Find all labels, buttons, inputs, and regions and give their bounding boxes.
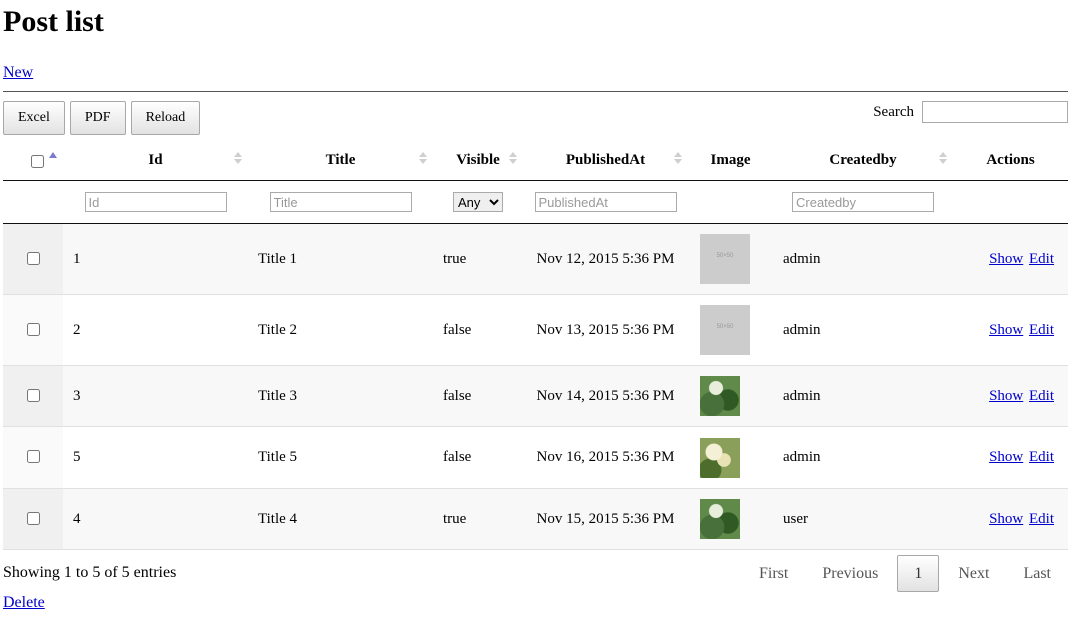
row-visible: false: [433, 294, 523, 366]
pagination-next[interactable]: Next: [941, 565, 1006, 583]
show-link[interactable]: Show: [989, 388, 1023, 404]
row-published-at: Nov 15, 2015 5:36 PM: [523, 488, 688, 550]
table-info: Showing 1 to 5 of 5 entries: [3, 564, 177, 581]
show-link[interactable]: Show: [989, 322, 1023, 338]
post-image-placeholder: [700, 234, 750, 284]
search-input[interactable]: [922, 101, 1068, 123]
row-visible: true: [433, 223, 523, 295]
column-actions-label: Actions: [986, 151, 1035, 168]
column-image-label: Image: [710, 151, 751, 168]
row-published-at: Nov 13, 2015 5:36 PM: [523, 294, 688, 366]
row-checkbox[interactable]: [27, 450, 40, 463]
divider: [3, 91, 1068, 92]
page-title: Post list: [3, 5, 104, 38]
row-title: Title 1: [248, 223, 433, 295]
sort-asc-icon[interactable]: [49, 152, 57, 158]
row-created-by: user: [773, 488, 953, 550]
column-id-label: Id: [148, 151, 163, 168]
search-label: Search: [873, 103, 914, 120]
column-header-createdby[interactable]: Createdby: [773, 140, 953, 181]
row-title: Title 2: [248, 294, 433, 366]
title-filter-input[interactable]: [269, 192, 412, 212]
row-id: 4: [63, 488, 248, 550]
row-created-by: admin: [773, 426, 953, 489]
row-title: Title 3: [248, 365, 433, 427]
createdby-filter-input[interactable]: [792, 192, 934, 212]
row-visible: false: [433, 426, 523, 489]
table-row: 4 Title 4 true Nov 15, 2015 5:36 PM user…: [3, 488, 1068, 550]
pagination-last[interactable]: Last: [1006, 565, 1068, 583]
column-visible-label: Visible: [456, 151, 500, 168]
sort-icon[interactable]: [509, 152, 517, 168]
publishedat-filter-input[interactable]: [534, 192, 677, 212]
column-header-image: Image: [688, 140, 773, 181]
delete-link[interactable]: Delete: [3, 594, 45, 612]
excel-button[interactable]: Excel: [3, 101, 65, 135]
header-row: Id Title Visible PublishedAt Image Creat…: [3, 140, 1068, 181]
row-created-by: admin: [773, 223, 953, 295]
row-checkbox[interactable]: [27, 511, 40, 525]
pagination-page-1[interactable]: 1: [897, 555, 940, 592]
post-table: Id Title Visible PublishedAt Image Creat…: [3, 140, 1068, 550]
post-image-flower: [700, 437, 740, 478]
select-all-checkbox[interactable]: [31, 155, 44, 168]
id-filter-input[interactable]: [84, 192, 227, 212]
edit-link[interactable]: Edit: [1029, 449, 1054, 465]
sort-icon[interactable]: [234, 152, 242, 168]
column-header-actions: Actions: [953, 140, 1068, 181]
column-publishedat-label: PublishedAt: [565, 151, 646, 168]
row-checkbox[interactable]: [27, 322, 40, 336]
table-row: 5 Title 5 false Nov 16, 2015 5:36 PM adm…: [3, 426, 1068, 489]
table-row: 2 Title 2 false Nov 13, 2015 5:36 PM adm…: [3, 294, 1068, 366]
row-published-at: Nov 16, 2015 5:36 PM: [523, 426, 688, 489]
sort-icon[interactable]: [939, 152, 947, 168]
sort-icon[interactable]: [674, 152, 682, 168]
column-header-title[interactable]: Title: [248, 140, 433, 181]
table-row: 3 Title 3 false Nov 14, 2015 5:36 PM adm…: [3, 365, 1068, 427]
column-createdby-label: Createdby: [829, 151, 897, 168]
row-id: 5: [63, 426, 248, 489]
edit-link[interactable]: Edit: [1029, 322, 1054, 338]
pagination-first[interactable]: First: [742, 565, 805, 583]
row-id: 2: [63, 294, 248, 366]
row-visible: false: [433, 365, 523, 427]
post-image-leaf: [700, 499, 740, 539]
pagination-previous[interactable]: Previous: [805, 565, 895, 583]
table-row: 1 Title 1 true Nov 12, 2015 5:36 PM admi…: [3, 223, 1068, 295]
column-title-label: Title: [325, 151, 356, 168]
row-checkbox[interactable]: [27, 388, 40, 402]
visible-filter-select[interactable]: Any: [453, 192, 503, 212]
export-toolbar: Excel PDF Reload: [3, 101, 201, 135]
sort-icon[interactable]: [419, 152, 427, 168]
post-image-placeholder: [700, 305, 750, 355]
row-created-by: admin: [773, 365, 953, 427]
search-box: Search: [873, 101, 1068, 123]
row-visible: true: [433, 488, 523, 550]
post-image-leaf: [700, 376, 740, 416]
row-id: 1: [63, 223, 248, 295]
row-published-at: Nov 12, 2015 5:36 PM: [523, 223, 688, 295]
show-link[interactable]: Show: [989, 511, 1023, 527]
column-header-publishedat[interactable]: PublishedAt: [523, 140, 688, 181]
reload-button[interactable]: Reload: [130, 101, 201, 135]
column-header-id[interactable]: Id: [63, 140, 248, 181]
row-created-by: admin: [773, 294, 953, 366]
row-id: 3: [63, 365, 248, 427]
row-title: Title 5: [248, 426, 433, 489]
show-link[interactable]: Show: [989, 251, 1023, 267]
column-header-visible[interactable]: Visible: [433, 140, 523, 181]
edit-link[interactable]: Edit: [1029, 251, 1054, 267]
edit-link[interactable]: Edit: [1029, 511, 1054, 527]
pdf-button[interactable]: PDF: [69, 101, 126, 135]
show-link[interactable]: Show: [989, 449, 1023, 465]
select-all-header: [3, 140, 63, 181]
filter-row: Any: [3, 180, 1068, 224]
edit-link[interactable]: Edit: [1029, 388, 1054, 404]
row-title: Title 4: [248, 488, 433, 550]
row-published-at: Nov 14, 2015 5:36 PM: [523, 365, 688, 427]
row-checkbox[interactable]: [27, 251, 40, 265]
new-post-link[interactable]: New: [3, 64, 33, 82]
pagination: First Previous 1 Next Last: [742, 555, 1068, 592]
